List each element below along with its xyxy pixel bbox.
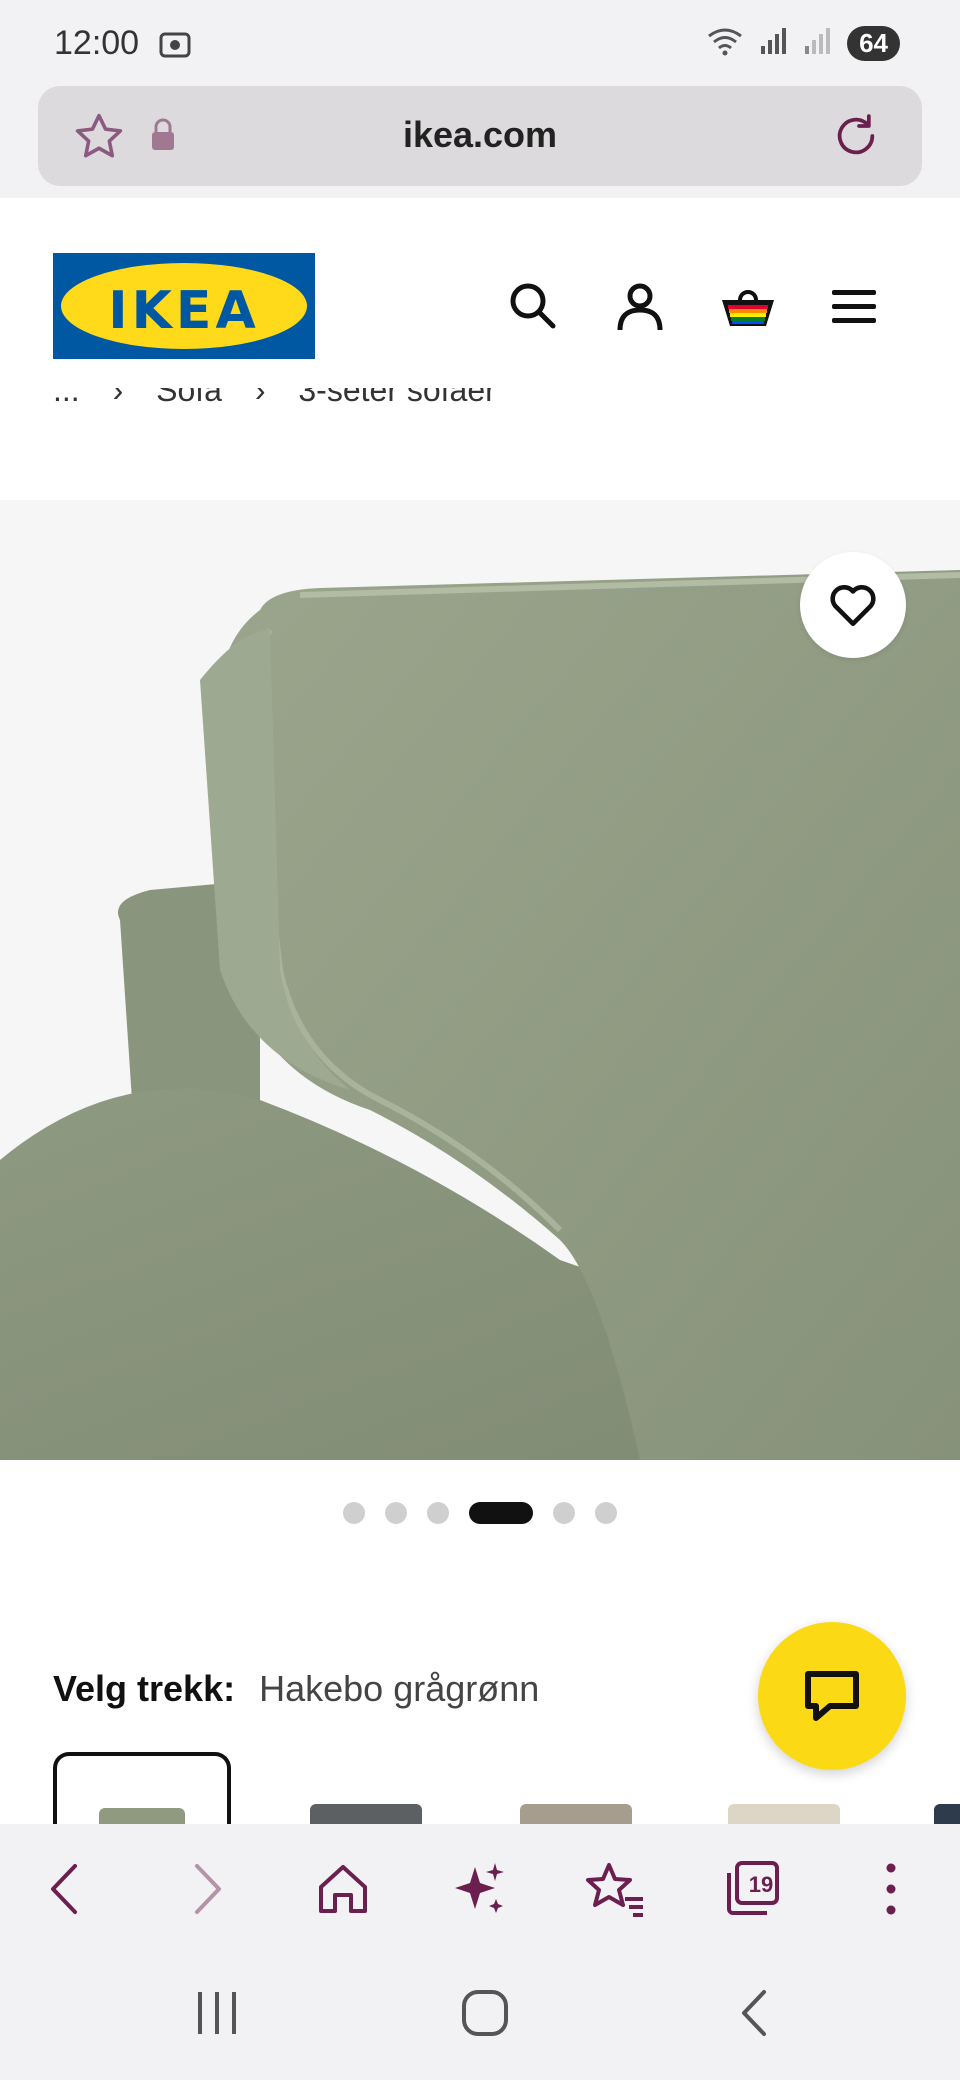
browser-top-bar: ikea.com xyxy=(0,86,960,198)
browser-bottom-toolbar: 19 xyxy=(0,1824,960,1952)
recent-apps-icon[interactable] xyxy=(194,1988,240,2043)
url-text[interactable]: ikea.com xyxy=(38,114,922,156)
logo-oval: IKEA xyxy=(61,263,307,349)
carousel-dot-active[interactable] xyxy=(469,1502,533,1524)
menu-icon[interactable] xyxy=(826,278,882,334)
breadcrumb: ... › Sofa › 3-seter sofaer xyxy=(53,388,913,428)
heart-icon xyxy=(830,585,876,627)
system-navigation-bar xyxy=(0,1952,960,2080)
cart-icon[interactable] xyxy=(718,278,774,334)
variant-value: Hakebo grågrønn xyxy=(259,1668,540,1709)
carousel-dot[interactable] xyxy=(595,1502,617,1524)
chevron-right-icon: › xyxy=(112,388,124,408)
ikea-logo[interactable]: IKEA xyxy=(53,253,315,359)
carousel-dot[interactable] xyxy=(385,1502,407,1524)
breadcrumb-item-sofa[interactable]: Sofa xyxy=(156,388,222,408)
signal-icon xyxy=(759,26,789,61)
carousel-dot[interactable] xyxy=(343,1502,365,1524)
breadcrumb-item-more[interactable]: ... xyxy=(53,388,80,408)
product-image[interactable] xyxy=(0,500,960,1460)
url-bar[interactable]: ikea.com xyxy=(38,86,922,186)
variant-selector: Velg trekk: Hakebo grågrønn xyxy=(53,1668,539,1710)
more-options-icon[interactable] xyxy=(856,1854,926,1924)
tabs-icon[interactable]: 19 xyxy=(718,1854,788,1924)
carousel-dots xyxy=(0,1500,960,1526)
carousel-dot[interactable] xyxy=(427,1502,449,1524)
search-icon[interactable] xyxy=(505,278,561,334)
sofa-closeup-image xyxy=(0,500,960,1460)
battery-indicator: 64 xyxy=(847,26,900,61)
breadcrumb-item-3-seater[interactable]: 3-seter sofaer xyxy=(298,388,495,408)
signal-weak-icon xyxy=(803,26,833,61)
favorite-button[interactable] xyxy=(800,552,906,658)
chat-icon xyxy=(805,1671,859,1721)
screenshot-icon xyxy=(158,28,192,67)
account-icon[interactable] xyxy=(612,278,668,334)
status-time: 12:00 xyxy=(54,24,140,62)
swatch-beige[interactable] xyxy=(510,1752,640,1824)
reload-icon[interactable] xyxy=(828,108,884,169)
bookmarks-icon[interactable] xyxy=(580,1854,650,1924)
tab-count: 19 xyxy=(748,1872,774,1897)
swatch-dark-grey[interactable] xyxy=(300,1752,430,1824)
swatch-dark-blue[interactable] xyxy=(930,1752,960,1824)
carousel-dot[interactable] xyxy=(553,1502,575,1524)
forward-icon[interactable] xyxy=(172,1854,242,1924)
variant-label: Velg trekk: xyxy=(53,1668,236,1709)
logo-text: IKEA xyxy=(108,281,260,341)
ai-sparkle-icon[interactable] xyxy=(444,1854,514,1924)
wifi-icon xyxy=(705,26,745,61)
swatch-hakebo-gragronn[interactable] xyxy=(53,1752,231,1824)
home-nav-icon[interactable] xyxy=(460,1988,510,2043)
status-icons: 64 xyxy=(705,26,900,61)
back-nav-icon[interactable] xyxy=(736,1988,772,2043)
chat-button[interactable] xyxy=(758,1622,906,1770)
back-icon[interactable] xyxy=(30,1854,100,1924)
site-header: IKEA xyxy=(0,198,960,388)
status-bar: 12:00 64 xyxy=(0,0,960,86)
breadcrumb-inner: ... › Sofa › 3-seter sofaer xyxy=(53,388,496,409)
chevron-right-icon: › xyxy=(254,388,266,408)
home-icon[interactable] xyxy=(308,1854,378,1924)
